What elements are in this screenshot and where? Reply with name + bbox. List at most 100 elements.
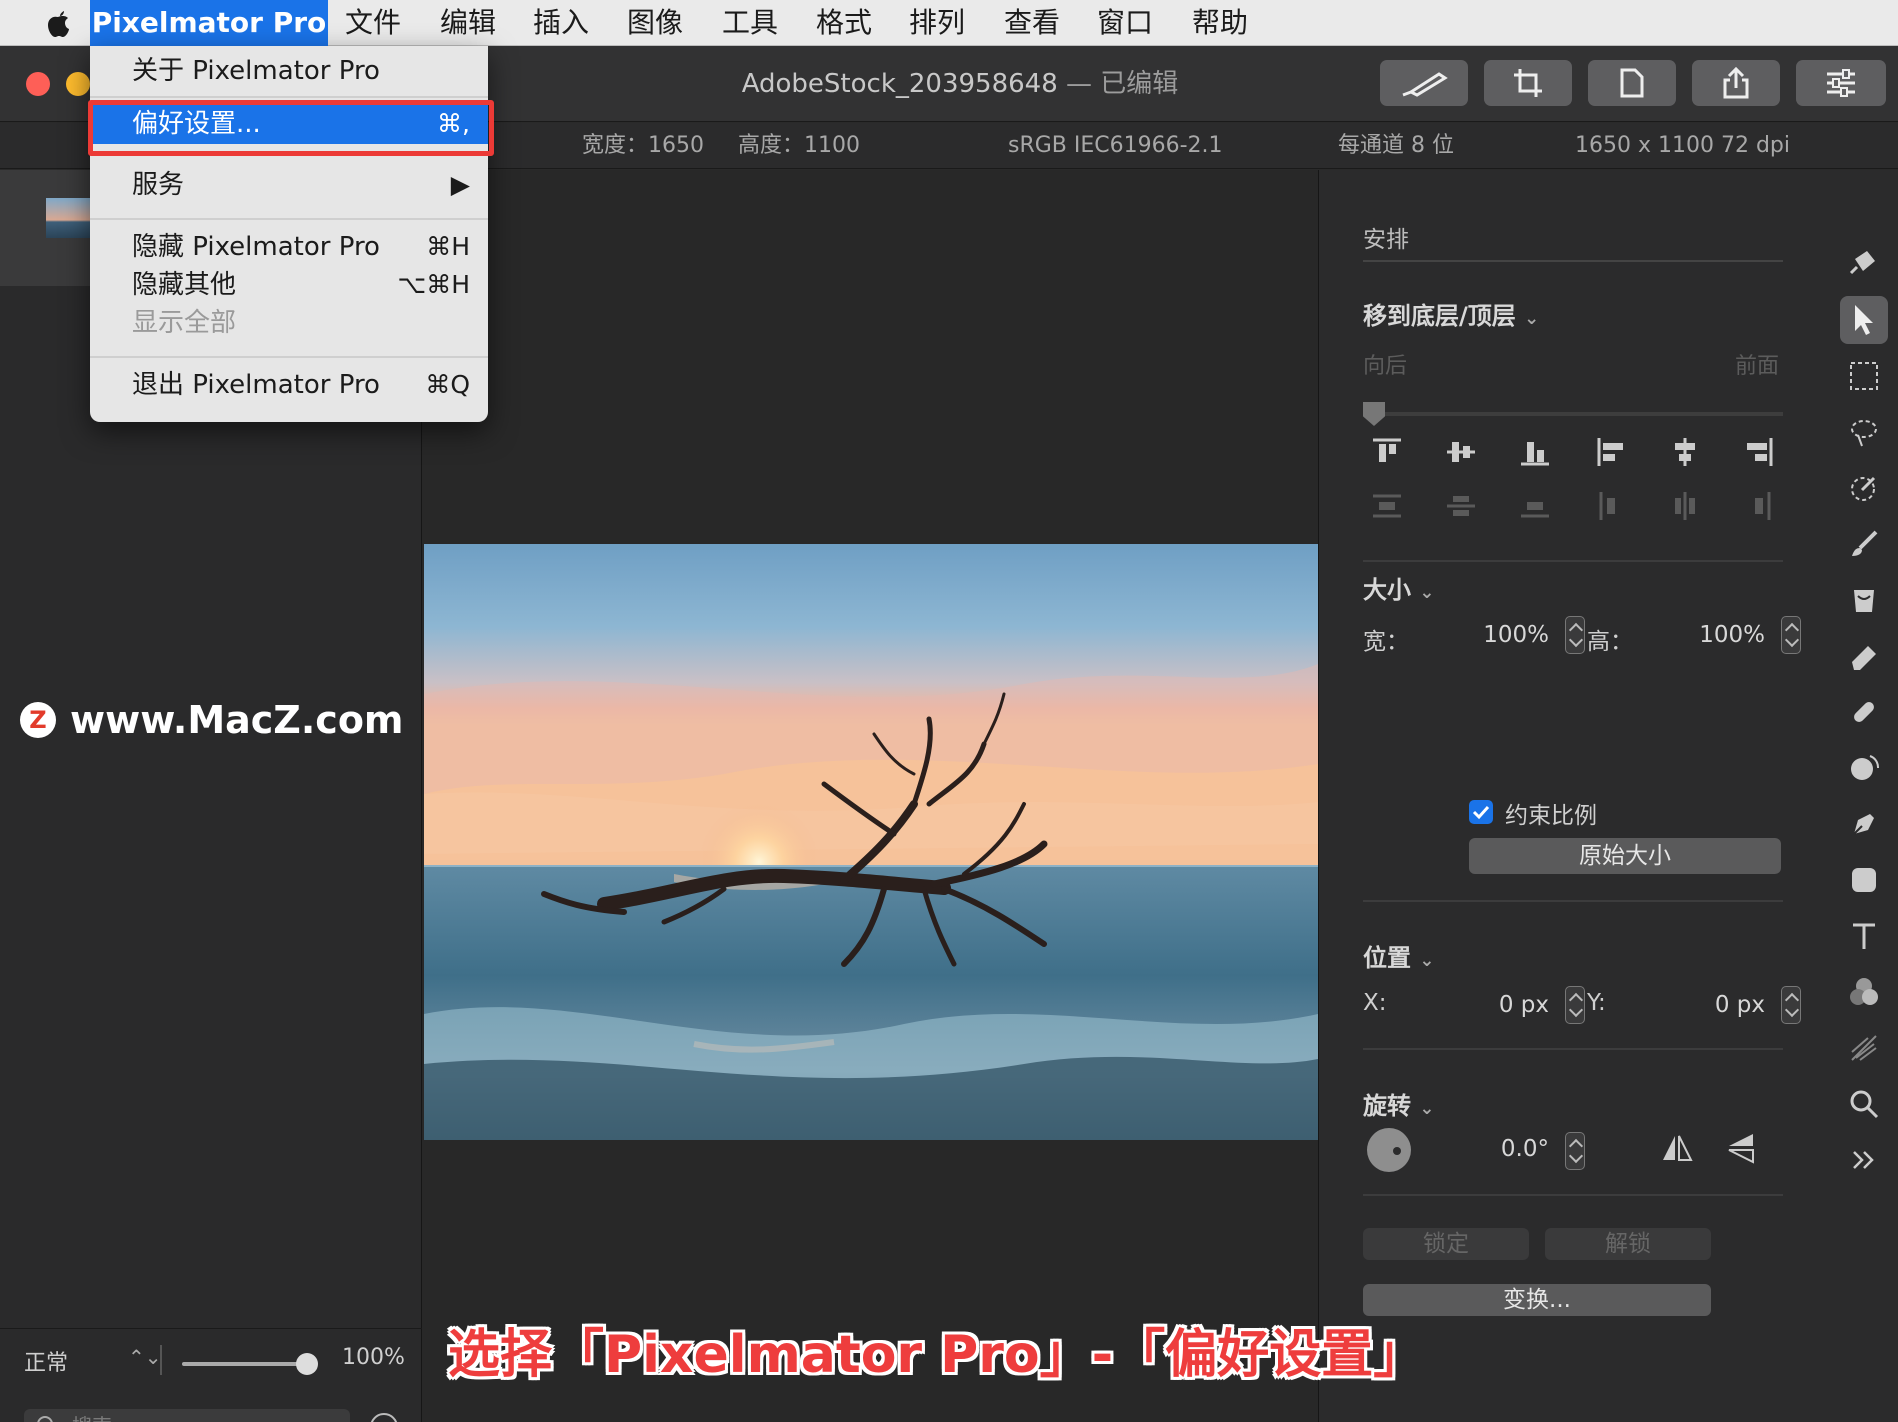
constrain-proportions-checkbox[interactable] <box>1469 800 1493 824</box>
style-tool[interactable] <box>1840 240 1888 288</box>
close-button[interactable] <box>26 72 50 96</box>
menu-edit[interactable]: 编辑 <box>440 0 496 46</box>
arrange-slider[interactable] <box>1363 412 1783 416</box>
menu-image[interactable]: 图像 <box>627 0 683 46</box>
blend-mode-chevron-icon[interactable]: ⌃⌄ <box>128 1345 162 1369</box>
more-tools-button[interactable] <box>1840 1136 1888 1184</box>
position-section-title[interactable]: 位置 ⌄ <box>1363 938 1434 973</box>
original-size-button[interactable]: 原始大小 <box>1469 838 1781 874</box>
rotation-field[interactable]: 0.0° <box>1429 1136 1549 1162</box>
menu-hide-app[interactable]: 隐藏 Pixelmator Pro ⌘H <box>90 228 488 266</box>
canvas-area[interactable] <box>422 170 1318 1422</box>
unlock-button[interactable]: 解锁 <box>1545 1228 1711 1260</box>
checkmark-icon <box>1472 805 1490 820</box>
retouch-tool[interactable] <box>1840 688 1888 736</box>
align-vertical-center-icon[interactable] <box>1445 436 1477 468</box>
submenu-arrow-icon: ▶ <box>450 170 470 199</box>
eyedropper-icon <box>1851 476 1876 501</box>
rotation-dial[interactable] <box>1367 1128 1411 1172</box>
transform-button[interactable]: 变换... <box>1363 1284 1711 1316</box>
color-picker-tool[interactable] <box>1840 464 1888 512</box>
opacity-slider[interactable] <box>182 1362 312 1366</box>
layer-thumbnail <box>46 198 92 238</box>
menu-window[interactable]: 窗口 <box>1097 0 1153 46</box>
size-title-text: 大小 <box>1363 576 1411 604</box>
align-right-icon[interactable] <box>1743 436 1775 468</box>
opacity-slider-knob[interactable] <box>296 1353 318 1375</box>
menu-format[interactable]: 格式 <box>816 0 872 46</box>
menu-insert[interactable]: 插入 <box>533 0 589 46</box>
x-stepper[interactable] <box>1565 986 1585 1024</box>
apple-icon[interactable] <box>38 5 78 39</box>
align-bottom-icon[interactable] <box>1519 436 1551 468</box>
width-label: 宽： <box>1363 629 1409 655</box>
color-adjust-tool[interactable] <box>1840 968 1888 1016</box>
flip-horizontal-icon[interactable] <box>1659 1130 1695 1166</box>
document-image[interactable] <box>424 544 1318 1140</box>
filter-icon[interactable] <box>370 1413 398 1422</box>
menu-view[interactable]: 查看 <box>1004 0 1060 46</box>
quick-selection-tool[interactable] <box>1840 408 1888 456</box>
x-label: X: <box>1363 990 1387 1016</box>
arrange-section-title[interactable]: 移到底层/顶层 ⌄ <box>1363 296 1539 331</box>
info-dimensions: 1650 x 1100 72 dpi <box>1575 133 1791 158</box>
rotation-stepper[interactable] <box>1565 1132 1585 1170</box>
watermark-text: www.MacZ.com <box>70 698 404 742</box>
menu-services[interactable]: 服务 ▶ <box>90 166 488 204</box>
fill-tool[interactable] <box>1840 576 1888 624</box>
y-field[interactable]: 0 px <box>1645 992 1765 1018</box>
menu-show-all-label: 显示全部 <box>132 308 237 338</box>
lasso-icon <box>1851 420 1877 447</box>
x-field[interactable]: 0 px <box>1429 992 1549 1018</box>
divider <box>160 1345 162 1375</box>
share-icon <box>1723 66 1749 99</box>
adjustments-button[interactable] <box>1796 60 1886 106</box>
distribute-center-icon <box>1447 496 1475 516</box>
height-stepper[interactable] <box>1781 616 1801 654</box>
paint-tool[interactable] <box>1840 520 1888 568</box>
height-field[interactable]: 100% <box>1645 622 1765 648</box>
lock-button[interactable]: 锁定 <box>1363 1228 1529 1260</box>
menu-about[interactable]: 关于 Pixelmator Pro <box>90 52 488 90</box>
menu-help[interactable]: 帮助 <box>1192 0 1248 46</box>
flip-vertical-icon[interactable] <box>1723 1130 1759 1166</box>
rotate-section-title[interactable]: 旋转 ⌄ <box>1363 1086 1434 1121</box>
width-stepper[interactable] <box>1565 616 1585 654</box>
effects-tool[interactable] <box>1840 1024 1888 1072</box>
rectangular-selection-tool[interactable] <box>1840 352 1888 400</box>
blend-mode-select[interactable]: 正常 <box>24 1345 68 1377</box>
menu-arrange[interactable]: 排列 <box>909 0 965 46</box>
size-section-title[interactable]: 大小 ⌄ <box>1363 570 1434 605</box>
arrange-slider-knob[interactable] <box>1363 402 1385 426</box>
share-button[interactable] <box>1692 60 1780 106</box>
align-horizontal-center-icon[interactable] <box>1669 436 1701 468</box>
width-field[interactable]: 100% <box>1429 622 1549 648</box>
crop-icon <box>1514 69 1542 97</box>
type-tool[interactable] <box>1840 912 1888 960</box>
constrain-proportions-label: 约束比例 <box>1505 803 1597 829</box>
erase-tool[interactable] <box>1840 632 1888 680</box>
crop-button[interactable] <box>1484 60 1572 106</box>
markup-button[interactable] <box>1380 60 1468 106</box>
menu-tools[interactable]: 工具 <box>722 0 778 46</box>
menu-file[interactable]: 文件 <box>345 0 401 46</box>
menu-quit[interactable]: 退出 Pixelmator Pro ⌘Q <box>90 366 488 404</box>
menu-quit-label: 退出 Pixelmator Pro <box>132 370 380 400</box>
minimize-button[interactable] <box>66 72 90 96</box>
paintbrush-icon <box>1852 530 1878 556</box>
distort-tool[interactable] <box>1840 744 1888 792</box>
arrange-front-label: 前面 <box>1735 354 1780 379</box>
menu-about-label: 关于 Pixelmator Pro <box>132 56 380 86</box>
menu-app-name[interactable]: Pixelmator Pro <box>90 0 328 46</box>
align-left-icon[interactable] <box>1595 436 1627 468</box>
align-top-icon[interactable] <box>1371 436 1403 468</box>
layer-search-input[interactable]: 搜索 <box>24 1409 350 1422</box>
pen-tool[interactable] <box>1840 800 1888 848</box>
y-stepper[interactable] <box>1781 986 1801 1024</box>
arrange-tool[interactable] <box>1840 296 1888 344</box>
menu-hide-others[interactable]: 隐藏其他 ⌥⌘H <box>90 266 488 304</box>
shape-tool[interactable] <box>1840 856 1888 904</box>
document-name: AdobeStock_203958648 <box>741 69 1058 99</box>
document-button[interactable] <box>1588 60 1676 106</box>
zoom-tool[interactable] <box>1840 1080 1888 1128</box>
